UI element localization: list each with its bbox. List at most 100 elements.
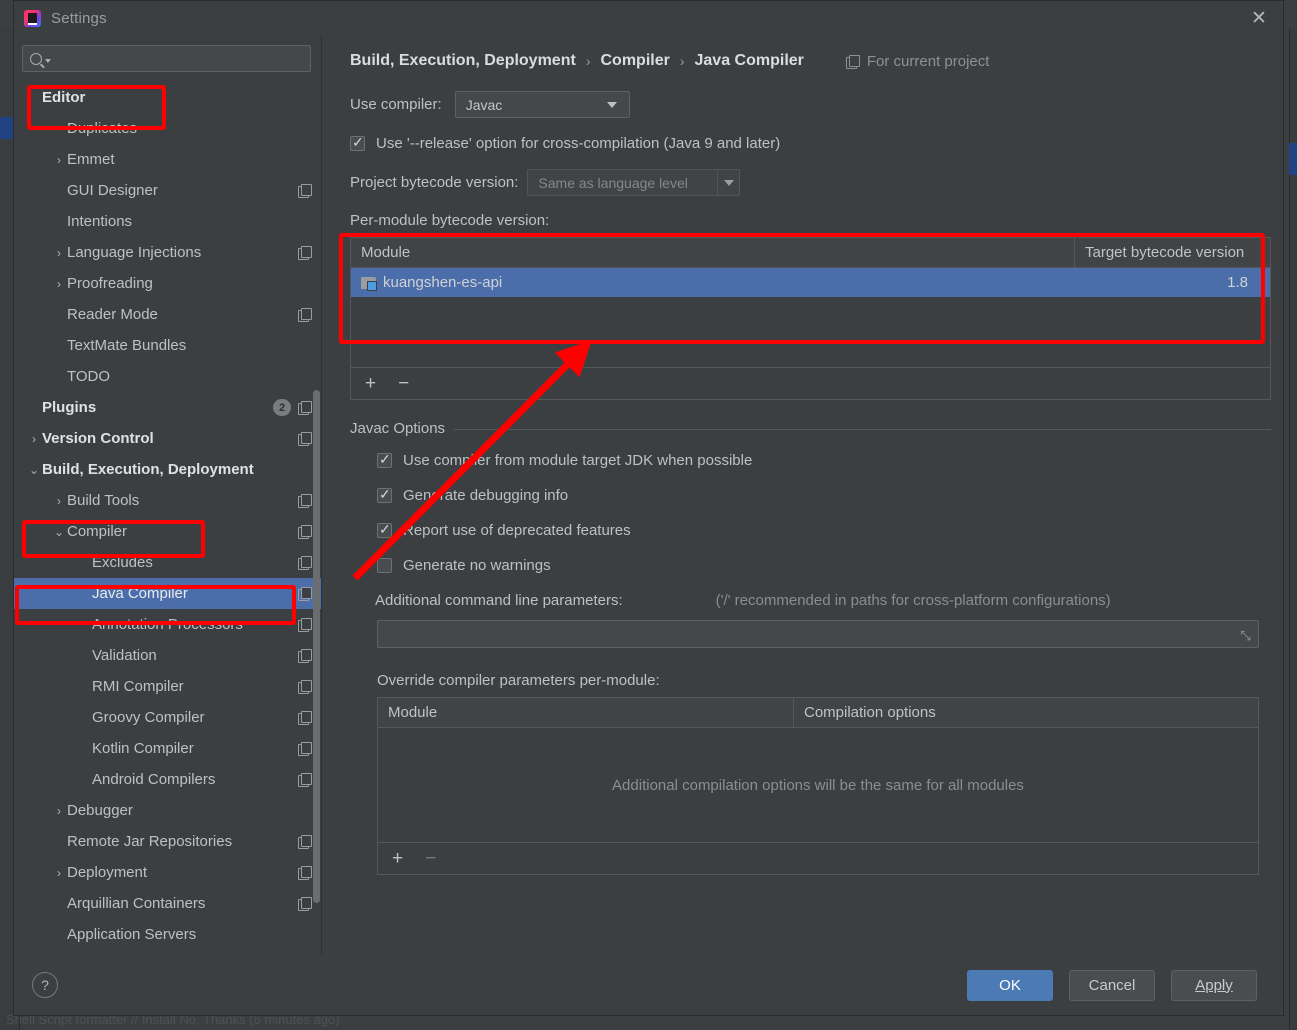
for-current-project-label: For current project: [866, 52, 990, 70]
sidebar-item-todo[interactable]: TODO: [14, 361, 321, 392]
sidebar-item-application-servers[interactable]: Application Servers: [14, 919, 321, 950]
chevron-right-icon[interactable]: ›: [51, 804, 67, 818]
breadcrumb-item-1[interactable]: Compiler: [600, 52, 669, 70]
chevron-right-icon[interactable]: ›: [26, 432, 42, 446]
project-bytecode-row: Project bytecode version: Same as langua…: [350, 169, 1271, 196]
project-bytecode-select[interactable]: Same as language level: [527, 169, 741, 196]
add-module-button[interactable]: +: [365, 374, 376, 393]
sidebar-item-kotlin-compiler[interactable]: Kotlin Compiler: [14, 733, 321, 764]
chevron-right-icon[interactable]: ›: [51, 153, 67, 167]
copy-settings-icon[interactable]: [298, 401, 312, 415]
close-icon[interactable]: ✕: [1241, 3, 1277, 33]
sidebar-item-rmi-compiler[interactable]: RMI Compiler: [14, 671, 321, 702]
use-compiler-select[interactable]: Javac: [454, 91, 630, 118]
ok-button[interactable]: OK: [967, 969, 1053, 1001]
copy-settings-icon[interactable]: [298, 897, 312, 911]
sidebar-item-duplicates[interactable]: Duplicates: [14, 113, 321, 144]
sidebar-item-version-control[interactable]: › Version Control: [14, 423, 321, 454]
copy-settings-icon[interactable]: [298, 742, 312, 756]
override-table-toolbar: + −: [378, 842, 1258, 874]
add-override-button[interactable]: +: [392, 849, 403, 868]
chevron-right-icon[interactable]: ›: [51, 246, 67, 260]
chevron-right-icon[interactable]: ›: [51, 277, 67, 291]
javac-option-row[interactable]: Report use of deprecated features: [377, 521, 1271, 539]
table-row[interactable]: kuangshen-es-api 1.8: [351, 268, 1270, 297]
search-box[interactable]: [22, 45, 311, 72]
sidebar-scrollbar-thumb[interactable]: [313, 390, 320, 903]
sidebar-item-label: Application Servers: [67, 926, 197, 943]
copy-settings-icon[interactable]: [298, 711, 312, 725]
sidebar-item-java-compiler[interactable]: Java Compiler: [14, 578, 321, 609]
sidebar-item-build-execution-deployment[interactable]: ⌄ Build, Execution, Deployment: [14, 454, 321, 485]
sidebar-item-excludes[interactable]: Excludes: [14, 547, 321, 578]
sidebar-item-annotation-processors[interactable]: Annotation Processors: [14, 609, 321, 640]
sidebar-item-deployment[interactable]: › Deployment: [14, 857, 321, 888]
sidebar-item-language-injections[interactable]: › Language Injections: [14, 237, 321, 268]
column-header-module[interactable]: Module: [351, 238, 1074, 267]
use-release-option-row[interactable]: Use '--release' option for cross-compila…: [350, 134, 1271, 152]
sidebar-item-label: Intentions: [67, 213, 133, 230]
use-release-checkbox[interactable]: [350, 134, 365, 151]
column-header-target-bytecode-version[interactable]: Target bytecode version: [1074, 238, 1270, 267]
chevron-right-icon[interactable]: ›: [51, 494, 67, 508]
copy-settings-icon[interactable]: [298, 494, 312, 508]
sidebar-item-compiler[interactable]: ⌄ Compiler: [14, 516, 321, 547]
column-header-module[interactable]: Module: [378, 698, 793, 727]
copy-settings-icon[interactable]: [298, 773, 312, 787]
module-bytecode-table[interactable]: Module Target bytecode version kuangshen…: [350, 237, 1271, 400]
copy-settings-icon[interactable]: [298, 680, 312, 694]
copy-settings-icon[interactable]: [298, 587, 312, 601]
javac-options-list: Use compiler from module target JDK when…: [350, 451, 1271, 574]
expand-icon[interactable]: ⤢: [1241, 628, 1251, 644]
copy-settings-icon[interactable]: [298, 432, 312, 446]
sidebar-item-android-compilers[interactable]: Android Compilers: [14, 764, 321, 795]
sidebar-item-arquillian-containers[interactable]: Arquillian Containers: [14, 888, 321, 919]
sidebar-item-groovy-compiler[interactable]: Groovy Compiler: [14, 702, 321, 733]
javac-option-checkbox[interactable]: [377, 521, 392, 538]
sidebar-item-textmate-bundles[interactable]: TextMate Bundles: [14, 330, 321, 361]
sidebar-item-reader-mode[interactable]: Reader Mode: [14, 299, 321, 330]
javac-option-row[interactable]: Use compiler from module target JDK when…: [377, 451, 1271, 469]
copy-settings-icon[interactable]: [298, 246, 312, 260]
copy-settings-icon[interactable]: [298, 308, 312, 322]
additional-params-input[interactable]: ⤢: [377, 620, 1259, 648]
sidebar-item-plugins[interactable]: Plugins 2: [14, 392, 321, 423]
chevron-down-icon[interactable]: ⌄: [51, 525, 67, 539]
remove-module-button[interactable]: −: [398, 374, 409, 393]
column-header-compilation-options[interactable]: Compilation options: [793, 698, 1258, 727]
chevron-right-icon[interactable]: ›: [51, 866, 67, 880]
apply-button[interactable]: Apply: [1171, 969, 1257, 1001]
search-input[interactable]: [56, 51, 303, 66]
javac-option-row[interactable]: Generate debugging info: [377, 486, 1271, 504]
sidebar-item-editor[interactable]: Editor: [14, 82, 321, 113]
copy-settings-icon[interactable]: [298, 556, 312, 570]
cancel-button[interactable]: Cancel: [1069, 969, 1155, 1001]
sidebar-item-proofreading[interactable]: › Proofreading: [14, 268, 321, 299]
chevron-down-icon[interactable]: ⌄: [26, 463, 42, 477]
javac-option-row[interactable]: Generate no warnings: [377, 557, 1271, 574]
sidebar-item-debugger[interactable]: › Debugger: [14, 795, 321, 826]
override-params-table[interactable]: Module Compilation options Additional co…: [377, 697, 1259, 875]
sidebar-item-build-tools[interactable]: › Build Tools: [14, 485, 321, 516]
copy-settings-icon[interactable]: [298, 525, 312, 539]
javac-option-checkbox[interactable]: [377, 558, 392, 573]
copy-settings-icon[interactable]: [298, 866, 312, 880]
javac-option-checkbox[interactable]: [377, 451, 392, 468]
sidebar-item-label: Version Control: [42, 430, 154, 447]
help-button[interactable]: ?: [32, 972, 58, 998]
for-current-project-badge[interactable]: For current project: [845, 52, 990, 70]
copy-settings-icon[interactable]: [298, 649, 312, 663]
sidebar-item-remote-jar-repositories[interactable]: Remote Jar Repositories: [14, 826, 321, 857]
settings-main-pane: Build, Execution, Deployment › Compiler …: [322, 35, 1283, 955]
copy-settings-icon[interactable]: [298, 184, 312, 198]
copy-settings-icon[interactable]: [298, 835, 312, 849]
javac-option-label: Generate no warnings: [403, 557, 551, 574]
sidebar-item-validation[interactable]: Validation: [14, 640, 321, 671]
settings-tree[interactable]: Editor Duplicates › Emmet GUI Designer Intent…: [14, 80, 321, 955]
sidebar-item-emmet[interactable]: › Emmet: [14, 144, 321, 175]
copy-settings-icon[interactable]: [298, 618, 312, 632]
sidebar-item-intentions[interactable]: Intentions: [14, 206, 321, 237]
sidebar-item-gui-designer[interactable]: GUI Designer: [14, 175, 321, 206]
javac-option-checkbox[interactable]: [377, 486, 392, 503]
breadcrumb-item-0[interactable]: Build, Execution, Deployment: [350, 52, 576, 70]
